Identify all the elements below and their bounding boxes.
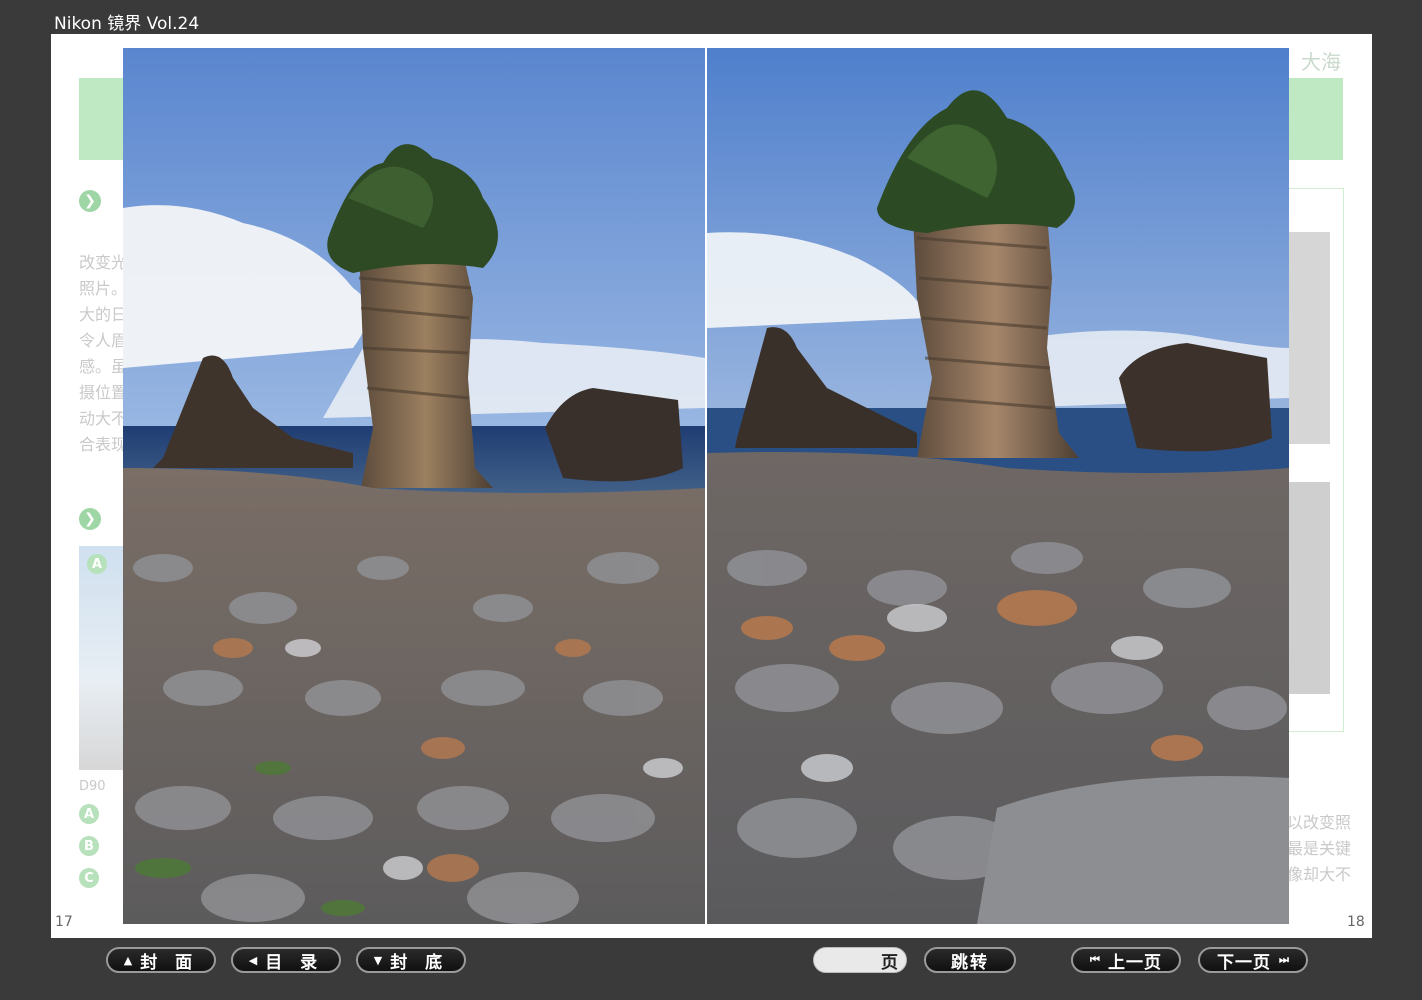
back-cover-button[interactable]: ▼ 封 底: [356, 947, 466, 973]
skip-back-icon: ⏮: [1090, 953, 1100, 966]
toc-button-label: 目 录: [265, 952, 324, 973]
abc-a-inset: A: [87, 554, 107, 574]
abc-c: C: [79, 868, 99, 888]
sea-stack-photo-close: [707, 48, 1289, 924]
triangle-down-icon: ▼: [373, 953, 383, 967]
section-head-2: ❯: [79, 508, 101, 530]
skip-forward-icon: ⏭: [1279, 953, 1289, 966]
triangle-left-icon: ◀: [248, 953, 258, 967]
chevron-right-icon: ❯: [79, 190, 101, 212]
triangle-up-icon: ▲: [123, 953, 133, 967]
section-head-1: ❯: [79, 190, 101, 212]
chevron-right-icon: ❯: [79, 508, 101, 530]
photo-right[interactable]: [707, 48, 1289, 924]
toc-button[interactable]: ◀ 目 录: [231, 947, 341, 973]
cover-button[interactable]: ▲ 封 面: [106, 947, 216, 973]
page-number-field[interactable]: 页: [813, 947, 907, 973]
text-line: 像却大不: [1287, 865, 1352, 884]
jump-button[interactable]: 跳转: [924, 947, 1016, 973]
camera-caption: D90: [79, 779, 106, 794]
text-line: 以改变照: [1287, 813, 1352, 832]
heading-band-right: [1287, 78, 1343, 160]
jump-button-label: 跳转: [951, 952, 989, 973]
abc-b: B: [79, 836, 99, 856]
top-right-label: 大海: [1301, 50, 1341, 74]
abc-a: A: [79, 804, 99, 824]
page-number-right: 18: [1347, 914, 1365, 930]
inset-photo-a: [79, 546, 123, 770]
back-cover-button-label: 封 底: [390, 952, 449, 973]
text-line: 最是关键: [1287, 839, 1352, 858]
right-inset-photo-1: [1287, 232, 1330, 444]
next-page-button[interactable]: 下一页 ⏭: [1198, 947, 1308, 973]
app-title: Nikon 镜界 Vol.24: [54, 14, 200, 34]
prev-page-label: 上一页: [1107, 952, 1162, 973]
page-number-input[interactable]: [824, 951, 878, 971]
prev-page-button[interactable]: ⏮ 上一页: [1071, 947, 1181, 973]
right-inset-photo-2: [1287, 482, 1330, 694]
cover-button-label: 封 面: [140, 952, 199, 973]
page-number-left: 17: [55, 914, 73, 930]
magazine-viewer: 大海 ❯ ❯ 改变光 照片。 大的日 令人眉 感。虽 摄位置 动大不 合表现 A…: [51, 34, 1372, 938]
photo-left[interactable]: [123, 48, 705, 924]
page-suffix-label: 页: [881, 952, 898, 973]
right-body-text: 以改变照 最是关键 像却大不: [1287, 810, 1357, 888]
next-page-label: 下一页: [1217, 952, 1272, 973]
sea-stack-photo-wide: [123, 48, 705, 924]
